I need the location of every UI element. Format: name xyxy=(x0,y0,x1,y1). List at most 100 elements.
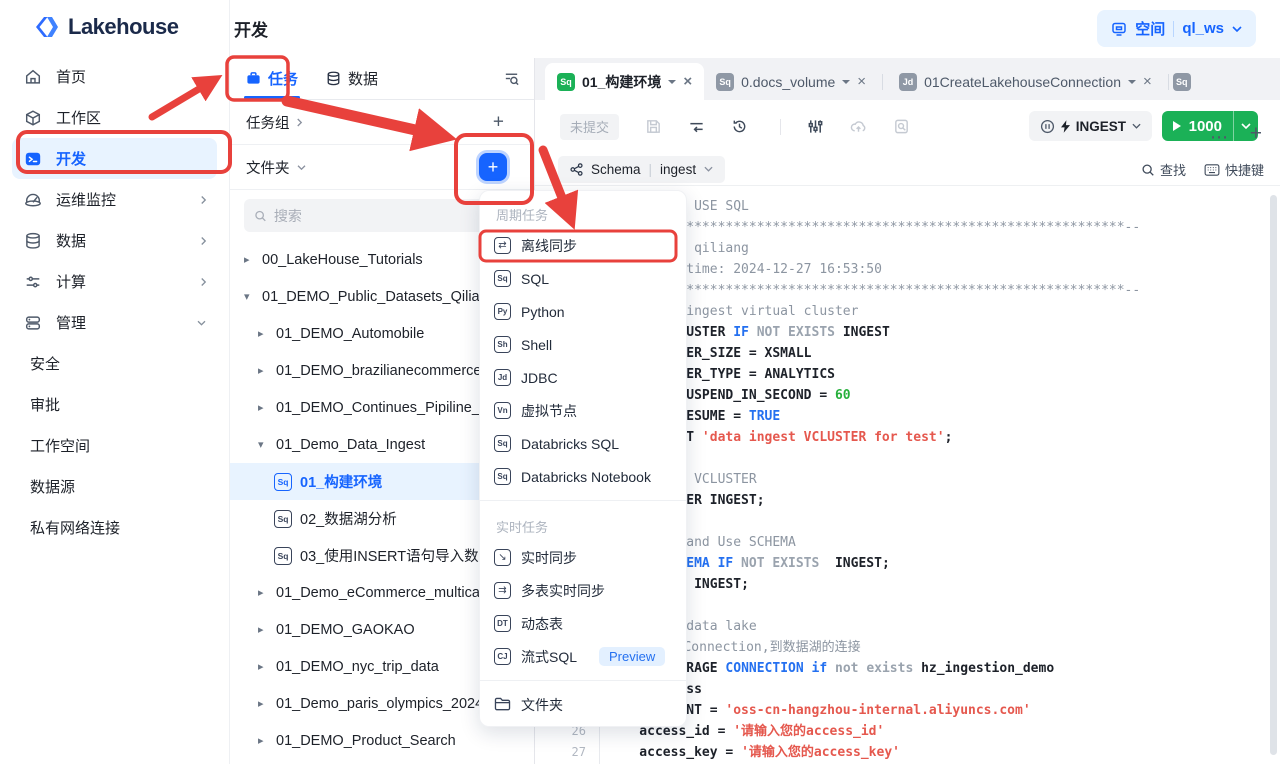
menu-item-label: 离线同步 xyxy=(521,236,577,256)
editor-scrollbar[interactable] xyxy=(1270,195,1277,755)
file-type-badge: Sq xyxy=(557,73,575,91)
tab-more-icon[interactable]: ⋯ xyxy=(1210,127,1228,148)
code-line: 27 access_key = '请输入您的access_key' xyxy=(535,742,1280,763)
caret-collapsed-icon[interactable]: ▸ xyxy=(258,697,268,710)
sidebar-item-private-link[interactable]: 私有网络连接 xyxy=(12,507,217,548)
caret-collapsed-icon[interactable]: ▸ xyxy=(258,327,268,340)
editor-tab[interactable]: Jd01CreateLakehouseConnection× xyxy=(887,63,1164,100)
save-icon[interactable] xyxy=(645,118,662,135)
divider: | xyxy=(649,162,653,177)
editor-tab[interactable]: Sq0.docs_volume× xyxy=(704,63,878,100)
line-number: 27 xyxy=(535,742,586,763)
file-type-badge: Sq xyxy=(1173,73,1191,91)
sidebar-item-manage[interactable]: 管理 xyxy=(12,302,217,343)
menu-item-Shell[interactable]: ShShell xyxy=(480,328,686,361)
locate-search-icon[interactable] xyxy=(503,70,520,92)
menu-item-实时同步[interactable]: ↘实时同步 xyxy=(480,541,686,574)
folder-row[interactable]: 文件夹 + xyxy=(230,145,534,190)
history-icon[interactable] xyxy=(731,118,748,135)
task-type-icon: Py xyxy=(494,303,511,320)
menu-item-JDBC[interactable]: JdJDBC xyxy=(480,361,686,394)
caret-collapsed-icon[interactable]: ▸ xyxy=(258,364,268,377)
search-input[interactable] xyxy=(274,208,510,224)
schema-bar: Schema | ingest 查找 快捷键 xyxy=(535,153,1280,186)
tree-item-label: 03_使用INSERT语句导入数据 xyxy=(300,545,493,566)
caret-collapsed-icon[interactable]: ▸ xyxy=(258,586,268,599)
divider xyxy=(480,500,686,501)
caret-collapsed-icon[interactable]: ▸ xyxy=(258,660,268,673)
dev-icon xyxy=(24,150,42,168)
schema-label: Schema xyxy=(591,162,641,177)
menu-item-多表实时同步[interactable]: ⇉多表实时同步 xyxy=(480,574,686,607)
menu-item-虚拟节点[interactable]: Vn虚拟节点 xyxy=(480,394,686,427)
parameters-icon[interactable] xyxy=(807,118,824,135)
menu-item-文件夹[interactable]: 文件夹 xyxy=(480,688,686,721)
tab-tasks[interactable]: 任务 xyxy=(246,58,298,99)
menu-item-Databricks Notebook[interactable]: SqDatabricks Notebook xyxy=(480,460,686,493)
editor-tab[interactable]: Sq01_构建环境× xyxy=(545,63,704,100)
tab-dropdown-icon[interactable] xyxy=(842,80,850,84)
caret-collapsed-icon[interactable]: ▸ xyxy=(258,401,268,414)
caret-collapsed-icon[interactable]: ▸ xyxy=(258,623,268,636)
schema-selector[interactable]: Schema | ingest xyxy=(558,156,725,183)
caret-collapsed-icon[interactable]: ▸ xyxy=(244,253,254,266)
menu-item-Python[interactable]: Py Python xyxy=(480,295,686,328)
menu-item-动态表[interactable]: DT动态表 xyxy=(480,607,686,640)
tab-dropdown-icon[interactable] xyxy=(1128,80,1136,84)
menu-item-label: Shell xyxy=(521,337,552,353)
pause-circle-icon xyxy=(1040,119,1055,134)
cloud-upload-icon[interactable] xyxy=(850,118,867,135)
sidebar-item-compute[interactable]: 计算 xyxy=(12,261,217,302)
sidebar-item-label: 工作区 xyxy=(56,107,101,128)
sidebar-item-workspace[interactable]: 工作区 xyxy=(12,97,217,138)
sidebar-item-label: 私有网络连接 xyxy=(30,517,120,538)
doc-search-icon[interactable] xyxy=(893,118,910,135)
sidebar-item-home[interactable]: 首页 xyxy=(12,56,217,97)
sidebar-item-approval[interactable]: 审批 xyxy=(12,384,217,425)
workspace-switcher[interactable]: 空间 ql_ws xyxy=(1097,10,1256,47)
tab-close-icon[interactable]: × xyxy=(857,73,866,90)
tab-close-icon[interactable]: × xyxy=(1143,73,1152,90)
find-button[interactable]: 查找 xyxy=(1141,160,1186,179)
tree-item[interactable]: ▸01_DEMO_Product_Search xyxy=(230,722,534,759)
editor-tab-label: 0.docs_volume xyxy=(741,74,835,90)
menu-item-label: Python xyxy=(521,304,565,320)
sidebar-item-security[interactable]: 安全 xyxy=(12,343,217,384)
play-icon xyxy=(1173,121,1181,131)
editor-tab-partial[interactable]: Sq xyxy=(1173,63,1199,100)
tree-item-label: 01_DEMO_Public_Datasets_Qiliang xyxy=(262,289,496,305)
sidebar-item-datasource[interactable]: 数据源 xyxy=(12,466,217,507)
tab-dropdown-icon[interactable] xyxy=(668,80,676,84)
sidebar-item-label: 数据 xyxy=(56,230,86,251)
caret-expanded-icon[interactable]: ▾ xyxy=(258,438,268,451)
sidebar-item-label: 数据源 xyxy=(30,476,75,497)
tab-tasks-label: 任务 xyxy=(268,68,298,89)
submit-icon[interactable] xyxy=(688,118,705,135)
tab-add-icon[interactable]: + xyxy=(1250,122,1262,146)
menu-item-Databricks SQL[interactable]: SqDatabricks SQL xyxy=(480,427,686,460)
sidebar-item-label: 开发 xyxy=(56,148,86,169)
sidebar-item-dev[interactable]: 开发 xyxy=(12,138,217,179)
menu-item-offline-sync[interactable]: ⇄离线同步 xyxy=(480,229,686,262)
caret-expanded-icon[interactable]: ▾ xyxy=(244,290,254,303)
menu-item-SQL[interactable]: SqSQL xyxy=(480,262,686,295)
caret-collapsed-icon[interactable]: ▸ xyxy=(258,734,268,747)
add-taskgroup-button[interactable]: + xyxy=(493,113,504,132)
logo[interactable]: Lakehouse xyxy=(0,0,229,40)
tree-tabs: 任务 数据 xyxy=(230,58,534,100)
taskgroup-row[interactable]: 任务组 + xyxy=(230,100,534,145)
menu-item-流式SQL[interactable]: CJ流式SQLPreview xyxy=(480,640,686,673)
sidebar-item-workspace-admin[interactable]: 工作空间 xyxy=(12,425,217,466)
add-task-button[interactable]: + xyxy=(479,153,507,181)
tab-data[interactable]: 数据 xyxy=(326,58,378,99)
shortcuts-button[interactable]: 快捷键 xyxy=(1204,160,1264,179)
sidebar-item-ops[interactable]: 运维监控 xyxy=(12,179,217,220)
tree-item-label: 01_构建环境 xyxy=(300,471,382,492)
schema-icon xyxy=(570,163,583,176)
task-type-icon: Jd xyxy=(494,369,511,386)
divider xyxy=(780,119,781,135)
tab-close-icon[interactable]: × xyxy=(683,73,692,90)
vcluster-selector[interactable]: INGEST xyxy=(1029,111,1152,141)
sidebar-item-data[interactable]: 数据 xyxy=(12,220,217,261)
lakehouse-logo-icon xyxy=(34,14,60,40)
